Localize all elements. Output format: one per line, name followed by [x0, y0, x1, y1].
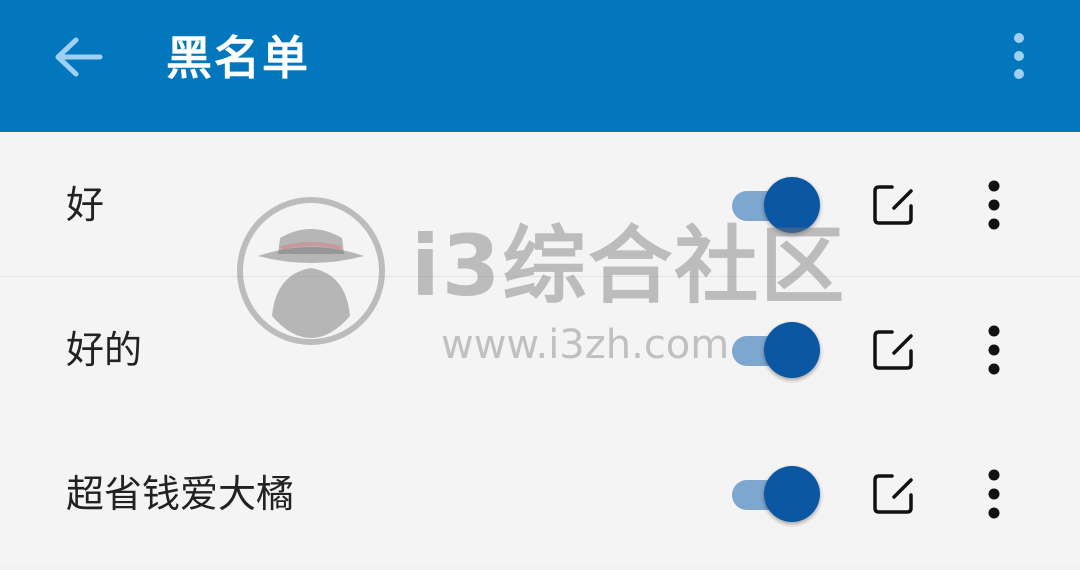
- edit-icon[interactable]: [870, 325, 918, 373]
- enable-toggle[interactable]: [732, 466, 824, 522]
- more-vertical-icon[interactable]: [980, 467, 1008, 521]
- toggle-thumb: [764, 466, 820, 522]
- toggle-thumb: [764, 322, 820, 378]
- list-item-label: 好的: [66, 328, 143, 372]
- more-vertical-icon[interactable]: [1004, 30, 1034, 82]
- list-item-label: 好: [66, 183, 105, 227]
- edit-icon[interactable]: [870, 469, 918, 517]
- list-item[interactable]: 好的: [0, 277, 1080, 422]
- list-item[interactable]: 超省钱爱大橘: [0, 421, 1080, 565]
- more-vertical-icon[interactable]: [980, 323, 1008, 377]
- enable-toggle[interactable]: [732, 322, 824, 378]
- edit-icon[interactable]: [870, 180, 918, 228]
- page-title: 黑名单: [166, 31, 310, 85]
- arrow-left-icon[interactable]: [50, 32, 106, 82]
- list-item-label: 超省钱爱大橘: [66, 472, 295, 516]
- toggle-thumb: [764, 177, 820, 233]
- app-bar: 黑名单: [0, 0, 1080, 132]
- list-item[interactable]: 好: [0, 132, 1080, 277]
- more-vertical-icon[interactable]: [980, 178, 1008, 232]
- enable-toggle[interactable]: [732, 177, 824, 233]
